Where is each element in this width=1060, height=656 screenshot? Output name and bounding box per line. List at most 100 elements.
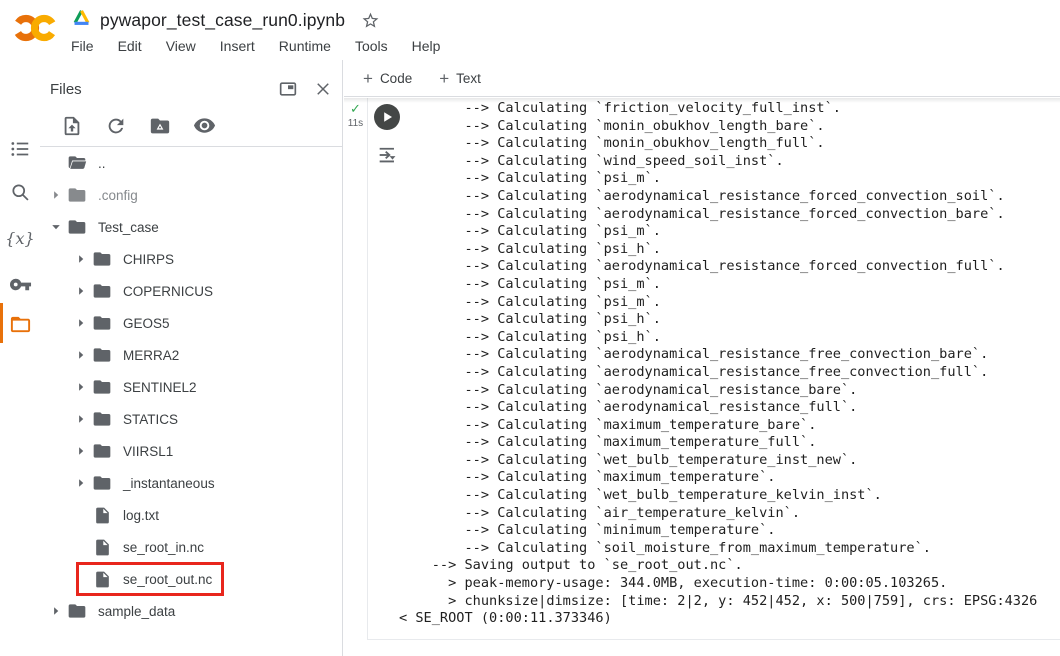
secrets-key-icon (9, 273, 32, 296)
folder-icon (91, 377, 113, 397)
cell-output-log: --> Calculating `friction_velocity_full_… (399, 100, 1056, 628)
executed-code-history-icon[interactable] (376, 144, 398, 171)
expand-arrow-icon[interactable] (71, 282, 91, 300)
folder-icon (91, 281, 113, 301)
collapse-arrow-icon[interactable] (46, 218, 66, 236)
close-icon[interactable] (314, 80, 332, 98)
tree-item-label: _instantaneous (123, 476, 215, 491)
notebook-main: + Code + Text ✓ 11s (344, 60, 1060, 656)
toggle-hidden-files-icon[interactable] (193, 114, 216, 137)
expand-arrow-icon[interactable] (71, 474, 91, 492)
tree-item-statics[interactable]: STATICS (40, 403, 342, 435)
tree-item-se-root-in-nc[interactable]: se_root_in.nc (40, 531, 342, 563)
plus-icon: + (439, 70, 449, 87)
menu-file[interactable]: File (71, 38, 94, 54)
folder-icon (91, 409, 113, 429)
colab-logo-icon (13, 10, 57, 46)
rail-active-indicator (0, 303, 3, 343)
expand-arrow-icon[interactable] (71, 250, 91, 268)
tree-item-merra2[interactable]: MERRA2 (40, 339, 342, 371)
folder-icon (91, 441, 113, 461)
tree-item-test-case[interactable]: Test_case (40, 211, 342, 243)
tree-item-sample-data[interactable]: sample_data (40, 595, 342, 627)
tree-item-label: Test_case (98, 220, 159, 235)
expand-arrow-icon[interactable] (71, 314, 91, 332)
menu-view[interactable]: View (166, 38, 196, 54)
tree-item-geos5[interactable]: GEOS5 (40, 307, 342, 339)
tree-item-label: sample_data (98, 604, 175, 619)
add-code-button[interactable]: + Code (363, 70, 412, 87)
menu-tools[interactable]: Tools (355, 38, 388, 54)
tree-item-label: COPERNICUS (123, 284, 213, 299)
file-icon (91, 570, 113, 589)
menu-bar: File Edit View Insert Runtime Tools Help (71, 38, 440, 54)
files-folder-icon (9, 313, 32, 336)
expand-arrow-icon[interactable] (71, 410, 91, 428)
tree-item-chirps[interactable]: CHIRPS (40, 243, 342, 275)
add-text-button[interactable]: + Text (439, 70, 481, 87)
code-snippets-icon: {x} (5, 229, 34, 248)
files-toolbar (61, 114, 216, 137)
add-code-label: Code (380, 71, 412, 86)
folder-icon (91, 313, 113, 333)
rail-secrets-key-button[interactable] (0, 269, 40, 299)
menu-help[interactable]: Help (412, 38, 441, 54)
colab-window: pywapor_test_case_run0.ipynb File Edit Vie… (0, 0, 1060, 656)
tree-item-label: CHIRPS (123, 252, 174, 267)
folder-icon (91, 345, 113, 365)
tree-item-label: GEOS5 (123, 316, 170, 331)
folder-icon (66, 217, 88, 237)
add-text-label: Text (456, 71, 481, 86)
tree-item-label: STATICS (123, 412, 178, 427)
cell-execution-gutter: ✓ 11s (344, 102, 367, 129)
tree-item-label: MERRA2 (123, 348, 179, 363)
file-icon (91, 538, 113, 557)
expand-arrow-icon[interactable] (71, 378, 91, 396)
expand-arrow-icon[interactable] (46, 186, 66, 204)
run-cell-button[interactable] (374, 104, 400, 135)
open-in-tab-icon[interactable] (278, 79, 298, 99)
rail-search-button[interactable] (0, 177, 40, 207)
tree-item-log-txt[interactable]: log.txt (40, 499, 342, 531)
tree-item-copernicus[interactable]: COPERNICUS (40, 275, 342, 307)
tree-item-instantaneous[interactable]: _instantaneous (40, 467, 342, 499)
file-icon (91, 506, 113, 525)
folder-icon (66, 185, 88, 205)
tree-item-label: .config (98, 188, 138, 203)
tree-item-config[interactable]: .config (40, 179, 342, 211)
expand-arrow-icon[interactable] (71, 442, 91, 460)
tree-item-viirsl1[interactable]: VIIRSL1 (40, 435, 342, 467)
search-icon (10, 182, 31, 203)
star-outline-icon[interactable] (361, 11, 380, 30)
colab-logo[interactable] (13, 10, 57, 51)
left-rail: {x} (0, 60, 40, 656)
file-tree: .. .config Test_case CHIRPS COPERNICUS GEOS5 M… (40, 146, 342, 627)
tree-item-[interactable]: .. (40, 147, 342, 179)
files-panel: Files ...configTest_caseCHIRPSCOPERNICUS… (40, 60, 343, 656)
refresh-icon[interactable] (105, 115, 127, 137)
header: pywapor_test_case_run0.ipynb File Edit Vie… (0, 0, 1060, 60)
plus-icon: + (363, 70, 373, 87)
drive-icon (72, 8, 91, 32)
notebook-scroll-area: ✓ 11s (344, 98, 1060, 656)
tree-item-sentinel2[interactable]: SENTINEL2 (40, 371, 342, 403)
folder-open-icon (66, 153, 88, 173)
table-of-contents-icon (9, 138, 31, 160)
tree-item-se-root-out-nc[interactable]: se_root_out.nc (40, 563, 342, 595)
menu-edit[interactable]: Edit (118, 38, 142, 54)
menu-runtime[interactable]: Runtime (279, 38, 331, 54)
folder-icon (66, 601, 88, 621)
code-cell: --> Calculating `friction_velocity_full_… (367, 98, 1060, 640)
execution-time: 11s (344, 118, 367, 129)
rail-table-of-contents-button[interactable] (0, 134, 40, 164)
notebook-title[interactable]: pywapor_test_case_run0.ipynb (100, 10, 345, 31)
expand-arrow-icon[interactable] (71, 346, 91, 364)
mount-drive-icon[interactable] (149, 115, 171, 137)
cell-toolbar: + Code + Text (344, 60, 1060, 97)
menu-insert[interactable]: Insert (220, 38, 255, 54)
expand-arrow-icon[interactable] (46, 602, 66, 620)
folder-icon (91, 249, 113, 269)
rail-code-snippets-button[interactable]: {x} (0, 223, 40, 253)
upload-file-icon[interactable] (61, 115, 83, 137)
rail-files-folder-button[interactable] (0, 309, 40, 339)
